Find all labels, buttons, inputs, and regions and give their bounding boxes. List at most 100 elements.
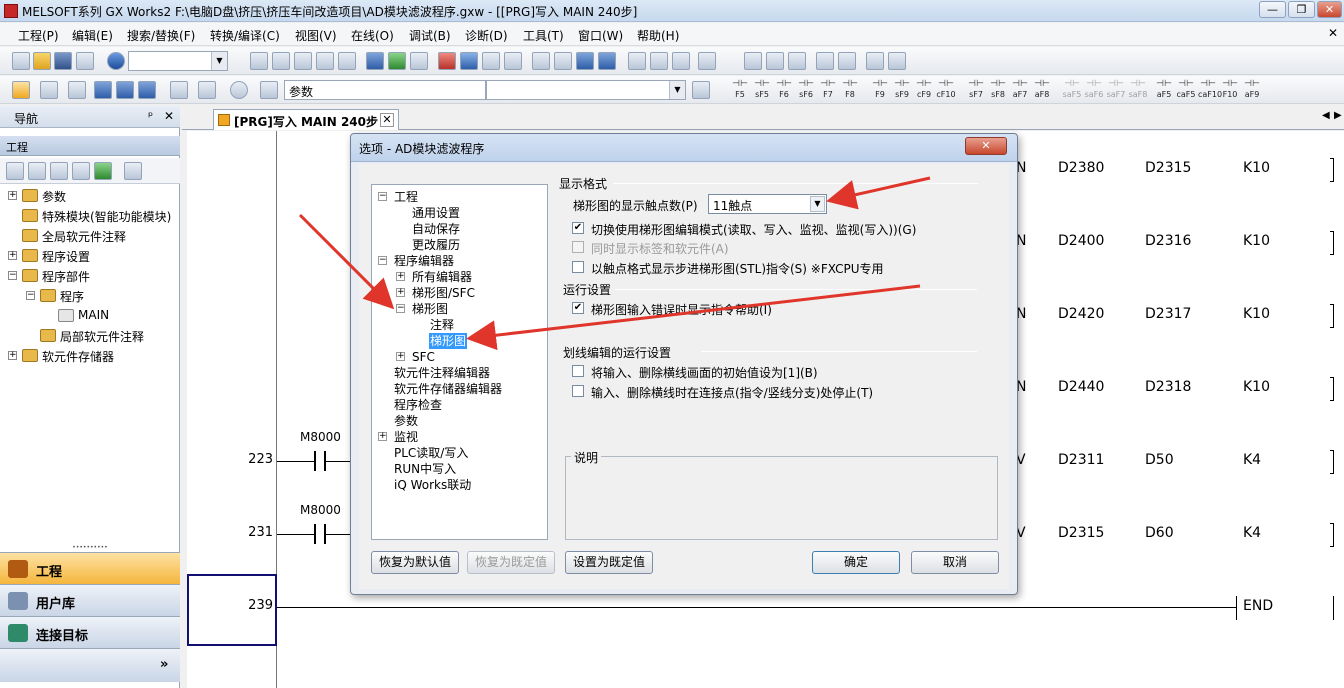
- options-tree-label: 软元件存储器编辑器: [394, 382, 503, 396]
- instruction-bracket: [1330, 231, 1334, 255]
- operand-2: D2318: [1145, 379, 1192, 395]
- rung-line: [326, 534, 350, 535]
- ok-button[interactable]: 确定: [812, 551, 900, 574]
- switch-edit-mode-label: 切换使用梯形图编辑模式(读取、写入、监视、监视(写入))(G): [591, 223, 917, 237]
- operand-3: K4: [1243, 525, 1262, 541]
- operand-1: D2400: [1058, 233, 1105, 249]
- expand-icon[interactable]: +: [396, 272, 405, 281]
- operand-3: K10: [1243, 379, 1270, 395]
- contacts-count-select[interactable]: 11触点 ▼: [708, 194, 827, 214]
- options-tree-item[interactable]: − 梯形图: [372, 301, 547, 317]
- options-tree-item[interactable]: − 工程: [372, 189, 547, 205]
- line-stop-checkbox[interactable]: [572, 385, 584, 397]
- group-divider: [613, 183, 978, 184]
- options-tree-label: RUN中写入: [394, 462, 457, 476]
- dialog-title: 选项 - AD模块滤波程序: [359, 142, 485, 156]
- stl-contact-label: 以触点格式显示步进梯形图(STL)指令(S) ※FXCPU专用: [591, 262, 884, 276]
- line-stop-label: 输入、删除横线时在连接点(指令/竖线分支)处停止(T): [591, 386, 874, 400]
- options-tree-item[interactable]: 梯形图: [372, 333, 547, 349]
- options-tree-item[interactable]: 注释: [372, 317, 547, 333]
- operand-1: D2440: [1058, 379, 1105, 395]
- options-tree-item[interactable]: 通用设置: [372, 205, 547, 221]
- contacts-count-label: 梯形图的显示触点数(P): [573, 199, 698, 213]
- contacts-count-value: 11触点: [713, 199, 753, 213]
- operand-1: D2315: [1058, 525, 1105, 541]
- restore-preset-button: 恢复为既定值: [467, 551, 555, 574]
- step-number: 223: [248, 452, 273, 467]
- options-tree-item[interactable]: + 监视: [372, 429, 547, 445]
- options-tree-label: 梯形图: [412, 302, 449, 316]
- options-tree-label: 自动保存: [412, 222, 461, 236]
- options-tree-label: 注释: [430, 318, 455, 332]
- end-instruction: END: [1243, 598, 1274, 614]
- step-number: 239: [248, 598, 273, 613]
- restore-default-button[interactable]: 恢复为默认值: [371, 551, 459, 574]
- show-label-device-checkbox: [572, 241, 584, 253]
- expand-icon[interactable]: +: [378, 432, 387, 441]
- contact-symbol: [314, 524, 326, 544]
- instruction-help-checkbox[interactable]: ✔: [572, 302, 584, 314]
- options-tree-item[interactable]: 自动保存: [372, 221, 547, 237]
- options-tree-item[interactable]: iQ Works联动: [372, 477, 547, 493]
- options-tree-label: 所有编辑器: [412, 270, 473, 284]
- options-tree-label: 梯形图: [429, 333, 468, 349]
- line-init-label: 将输入、删除横线画面的初始值设为[1](B): [591, 366, 818, 380]
- instruction-help-label: 梯形图输入错误时显示指令帮助(I): [591, 303, 772, 317]
- operand-2: D60: [1145, 525, 1174, 541]
- options-tree-item[interactable]: 更改履历: [372, 237, 547, 253]
- options-tree-label: PLC读取/写入: [394, 446, 469, 460]
- group-divider: [701, 351, 977, 352]
- options-tree-item[interactable]: 软元件存储器编辑器: [372, 381, 547, 397]
- expand-icon[interactable]: +: [396, 288, 405, 297]
- operand-3: K4: [1243, 452, 1262, 468]
- options-tree-label: 监视: [394, 430, 419, 444]
- cancel-button[interactable]: 取消: [911, 551, 999, 574]
- collapse-icon[interactable]: −: [378, 192, 387, 201]
- operand-2: D2317: [1145, 306, 1192, 322]
- options-tree-label: iQ Works联动: [394, 478, 472, 492]
- collapse-icon[interactable]: −: [396, 304, 405, 313]
- options-tree-item[interactable]: 程序检查: [372, 397, 547, 413]
- operand-1: D2311: [1058, 452, 1105, 468]
- operand-2: D2315: [1145, 160, 1192, 176]
- options-tree-item[interactable]: + SFC: [372, 349, 547, 365]
- options-tree-item[interactable]: + 梯形图/SFC: [372, 285, 547, 301]
- group-display-format: 显示格式: [559, 177, 608, 191]
- stl-contact-checkbox[interactable]: [572, 261, 584, 273]
- options-tree-label: 梯形图/SFC: [412, 286, 475, 300]
- operand-3: K10: [1243, 160, 1270, 176]
- operand-2: D2316: [1145, 233, 1192, 249]
- options-tree-item[interactable]: − 程序编辑器: [372, 253, 547, 269]
- chevron-down-icon: ▼: [810, 196, 825, 212]
- operand-3: K10: [1243, 306, 1270, 322]
- instruction-bracket: [1330, 304, 1334, 328]
- collapse-icon[interactable]: −: [378, 256, 387, 265]
- options-tree-item[interactable]: + 所有编辑器: [372, 269, 547, 285]
- switch-edit-mode-checkbox[interactable]: ✔: [572, 222, 584, 234]
- options-tree-label: 程序检查: [394, 398, 443, 412]
- options-tree-item[interactable]: PLC读取/写入: [372, 445, 547, 461]
- dialog-title-bar: 选项 - AD模块滤波程序 ✕: [351, 134, 1017, 162]
- operand-1: D2380: [1058, 160, 1105, 176]
- instruction-bracket: [1330, 158, 1334, 182]
- operand-1: D2420: [1058, 306, 1105, 322]
- dialog-close-button[interactable]: ✕: [965, 137, 1007, 155]
- contact-symbol: [314, 451, 326, 471]
- operand-2: D50: [1145, 452, 1174, 468]
- expand-icon[interactable]: +: [396, 352, 405, 361]
- instruction-bracket: [1330, 450, 1334, 474]
- options-tree-item[interactable]: 软元件注释编辑器: [372, 365, 547, 381]
- options-tree-label: 程序编辑器: [394, 254, 455, 268]
- group-run-settings: 运行设置: [563, 283, 612, 297]
- options-tree-item[interactable]: 参数: [372, 413, 547, 429]
- line-init-checkbox[interactable]: [572, 365, 584, 377]
- group-divider: [615, 289, 977, 290]
- options-tree-item[interactable]: RUN中写入: [372, 461, 547, 477]
- contact-label: M8000: [300, 503, 341, 517]
- contact-label: M8000: [300, 430, 341, 444]
- options-tree-label: SFC: [412, 350, 435, 364]
- rung-line: [277, 534, 315, 535]
- instruction-bracket: [1330, 377, 1334, 401]
- show-label-device-label: 同时显示标签和软元件(A): [591, 242, 729, 256]
- set-preset-button[interactable]: 设置为既定值: [565, 551, 653, 574]
